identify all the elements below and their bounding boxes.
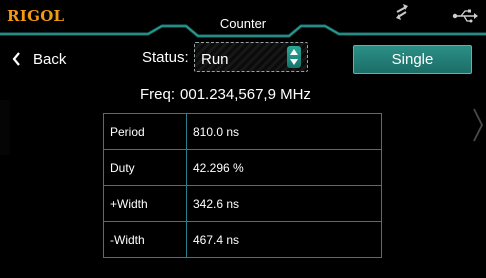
table-row: Period 810.0 ns — [103, 113, 382, 150]
measurement-value: 467.4 ns — [186, 221, 382, 258]
measurement-name: Period — [103, 113, 187, 150]
back-button[interactable]: Back — [12, 49, 66, 69]
table-row: Duty 42.296 % — [103, 149, 382, 186]
measurement-name: +Width — [103, 185, 187, 222]
back-label: Back — [33, 50, 67, 68]
usb-icon — [452, 9, 478, 23]
measurement-name: -Width — [103, 221, 187, 258]
chevron-right-icon[interactable] — [472, 108, 484, 142]
status-select[interactable]: Run — [194, 42, 308, 72]
chevron-left-icon — [12, 52, 20, 66]
page-title: Counter — [219, 16, 267, 31]
measurement-name: Duty — [103, 149, 187, 186]
frequency-value: 001.234,567,9 MHz — [180, 86, 311, 103]
measurement-value: 810.0 ns — [186, 113, 382, 150]
measurement-value: 342.6 ns — [186, 185, 382, 222]
up-down-arrows-icon — [290, 49, 298, 65]
status-value: Run — [201, 51, 229, 68]
measurement-value: 42.296 % — [186, 149, 382, 186]
top-bar: RIGOL Counter — [0, 0, 486, 42]
brand-logo: RIGOL — [7, 7, 65, 25]
single-button[interactable]: Single — [353, 45, 472, 74]
up-down-spinner[interactable] — [287, 46, 301, 68]
frequency-label: Freq: — [140, 86, 176, 103]
side-edge — [0, 100, 10, 155]
table-row: -Width 467.4 ns — [103, 221, 382, 258]
frequency-readout: Freq: 001.234,567,9 MHz — [140, 86, 311, 103]
measurement-table: Period 810.0 ns Duty 42.296 % +Width 342… — [103, 113, 382, 258]
table-row: +Width 342.6 ns — [103, 185, 382, 222]
swap-arrows-icon[interactable] — [392, 0, 412, 22]
status-label: Status: — [142, 49, 189, 66]
